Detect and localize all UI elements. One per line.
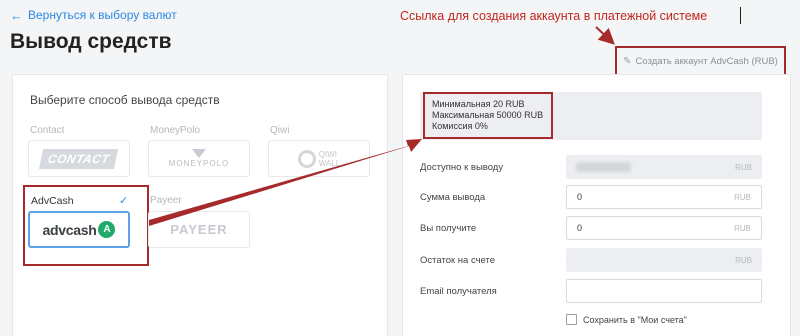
email-label: Email получателя: [420, 286, 497, 297]
max-limit-text: Максимальная 50000 RUB: [432, 110, 544, 120]
annotation-text: Ссылка для создания аккаунта в платежной…: [400, 9, 708, 23]
balance-currency: RUB: [735, 255, 752, 265]
email-input[interactable]: [566, 279, 762, 303]
advcash-logo-icon: A: [98, 221, 116, 238]
text-cursor: [740, 7, 741, 24]
arrow-to-create-account: [595, 26, 615, 45]
create-account-button[interactable]: ✎ Создать аккаунт AdvCash (RUB): [615, 46, 786, 76]
method-option-payeer[interactable]: PAYEER: [148, 211, 250, 248]
method-label-contact: Contact: [30, 125, 65, 136]
amount-label: Сумма вывода: [420, 192, 486, 203]
create-account-label: Создать аккаунт AdvCash (RUB): [635, 55, 778, 67]
method-label-advcash: AdvCash: [31, 195, 74, 207]
method-label-moneypolo: MoneyPolo: [150, 125, 201, 136]
payeer-logo-icon: PAYEER: [170, 222, 228, 237]
amount-input[interactable]: 0 RUB: [566, 185, 762, 209]
save-to-accounts-row[interactable]: Сохранить в "Мои счета": [566, 314, 687, 325]
amount-currency: RUB: [734, 192, 751, 202]
method-option-qiwi[interactable]: QIWI WALL: [268, 140, 370, 177]
min-limit-text: Минимальная 20 RUB: [432, 99, 525, 109]
receive-value: 0: [577, 223, 583, 233]
receive-input[interactable]: 0 RUB: [566, 216, 762, 240]
advcash-logo-text: advcash: [42, 221, 97, 238]
back-link-label: Вернуться к выбору валют: [28, 8, 177, 22]
method-label-qiwi: Qiwi: [270, 125, 290, 136]
available-label: Доступно к выводу: [420, 162, 504, 173]
contact-logo-icon: CONTACT: [39, 148, 119, 169]
page-title: Вывод средств: [10, 30, 172, 53]
amount-value: 0: [577, 192, 583, 202]
back-to-currencies-link[interactable]: ← Вернуться к выбору валют: [10, 8, 177, 22]
method-option-advcash[interactable]: advcash A: [28, 211, 130, 248]
save-checkbox[interactable]: [566, 314, 577, 325]
method-option-moneypolo[interactable]: MONEYPOLO: [148, 140, 250, 177]
method-label-payeer: Payeer: [150, 195, 182, 206]
receive-currency: RUB: [734, 223, 751, 233]
receive-label: Вы получите: [420, 223, 477, 234]
edit-icon: ✎: [623, 55, 632, 67]
method-option-contact[interactable]: CONTACT: [28, 140, 130, 177]
save-label: Сохранить в "Мои счета": [583, 314, 687, 325]
fee-text: Комиссия 0%: [432, 121, 488, 131]
qiwi-logo-icon: QIWI WALL: [297, 149, 340, 168]
available-amount-blurred: [576, 162, 631, 172]
check-icon: ✓: [119, 195, 129, 207]
methods-heading: Выберите способ вывода средств: [30, 93, 220, 107]
balance-label: Остаток на счете: [420, 255, 496, 266]
balance-field: RUB: [566, 248, 762, 272]
available-field: RUB: [566, 155, 762, 179]
available-currency: RUB: [735, 162, 752, 172]
arrow-left-icon: ←: [10, 7, 23, 23]
moneypolo-logo-icon: MONEYPOLO: [169, 149, 230, 168]
